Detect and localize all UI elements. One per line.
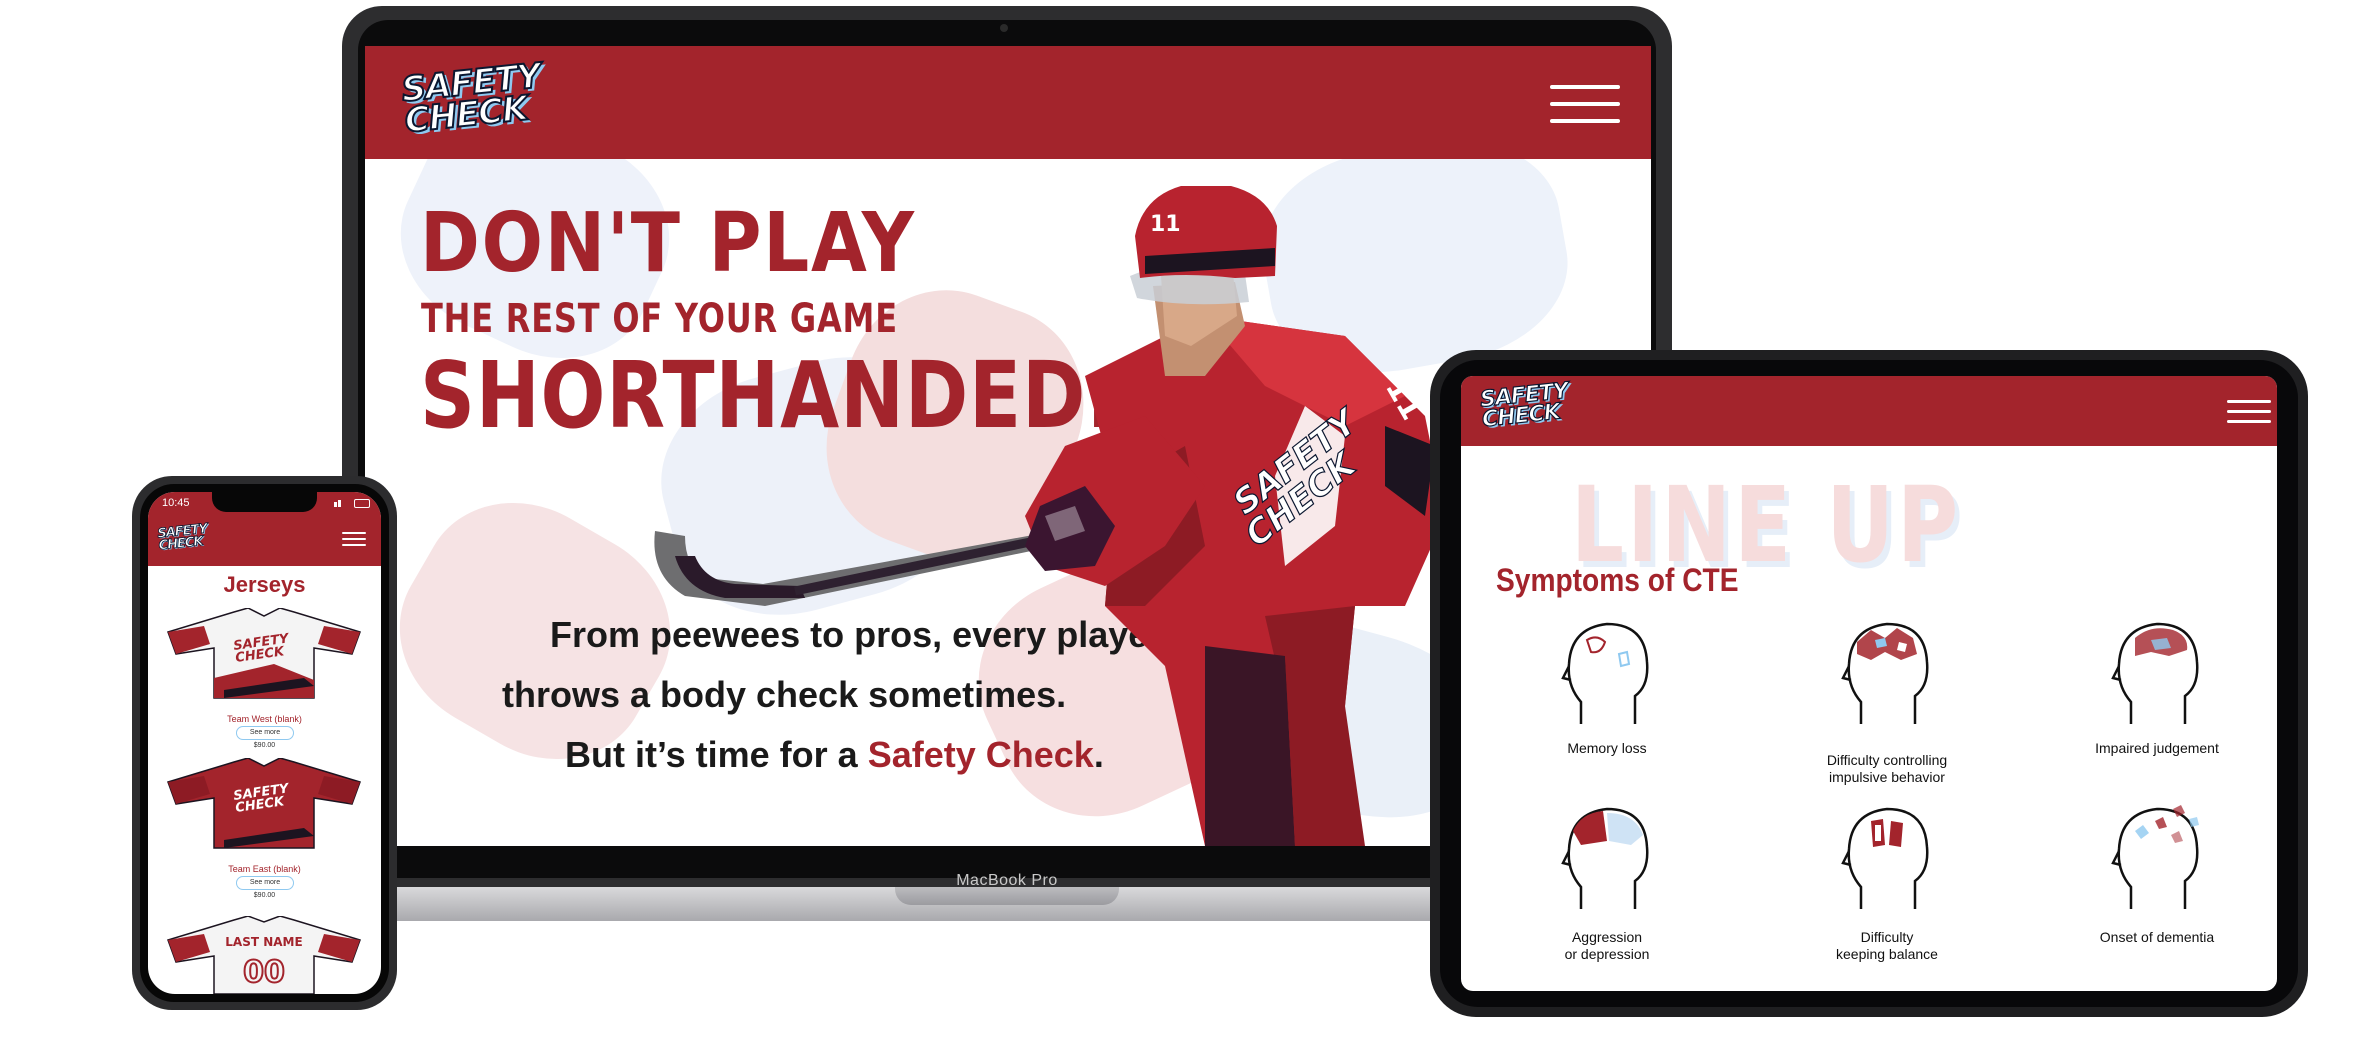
product-name: Team West (blank)	[227, 714, 302, 724]
symptom-label: Difficulty controlling impulsive behavior	[1826, 752, 1948, 785]
status-time: 10:45	[162, 497, 190, 509]
see-more-button[interactable]: See more	[236, 726, 294, 740]
phone-hamburger-menu-icon[interactable]	[342, 532, 366, 548]
phone-notch	[212, 492, 317, 512]
brain-head-icon	[2111, 622, 2199, 724]
jersey-image-west[interactable]: SAFETY CHECK	[164, 608, 364, 700]
jersey-image-east[interactable]: SAFETY CHECK	[164, 758, 364, 850]
symptom-label: Aggression or depression	[1564, 929, 1650, 962]
brain-head-icon	[1561, 622, 1649, 724]
brain-head-icon	[1561, 807, 1649, 909]
jersey-number-text: 00	[243, 955, 285, 990]
tablet-logo[interactable]: SAFETY CHECK	[1478, 378, 1571, 433]
phone-screen: 10:45 SAFETY CHECK Jerseys SAFETY CHECK …	[148, 492, 381, 994]
symptom-label: Impaired judgement	[2095, 740, 2219, 756]
site-header: SAFETY CHECK	[365, 46, 1651, 159]
symptom-label: Onset of dementia	[2099, 929, 2215, 945]
symptom-label: Difficulty keeping balance	[1836, 929, 1938, 962]
tablet-header: SAFETY CHECK	[1461, 376, 2277, 446]
phone-page-title: Jerseys	[223, 572, 306, 597]
product-name: Team East (blank)	[228, 864, 301, 874]
see-more-button[interactable]: See more	[236, 876, 294, 890]
jersey-image-custom[interactable]: LAST NAME 00	[164, 916, 364, 994]
helmet-number: 11	[1150, 212, 1181, 237]
status-icons	[334, 499, 370, 508]
tablet-logo-line2: CHECK	[1480, 399, 1561, 433]
product-price: $90.00	[253, 892, 276, 899]
jersey-name-text: LAST NAME	[225, 935, 302, 949]
phone-logo[interactable]: SAFETY CHECK	[156, 521, 209, 554]
logo-line2: CHECK	[402, 87, 530, 142]
tablet-screen: SAFETY CHECK LINE UP Symptoms of CTE Mem…	[1461, 376, 2277, 991]
site-logo[interactable]: SAFETY CHECK	[399, 55, 545, 142]
brain-head-icon	[1841, 807, 1929, 909]
laptop-model-label: MacBook Pro	[956, 872, 1058, 889]
symptom-label: Memory loss	[1567, 740, 1647, 756]
brain-head-icon	[2111, 805, 2199, 909]
laptop-camera	[1000, 24, 1008, 32]
tablet-hamburger-menu-icon[interactable]	[2227, 398, 2271, 426]
hamburger-menu-icon[interactable]	[1550, 81, 1620, 127]
section-title: Symptoms of CTE	[1496, 562, 1739, 598]
product-price: $90.00	[253, 742, 276, 749]
brain-head-icon	[1841, 622, 1929, 724]
